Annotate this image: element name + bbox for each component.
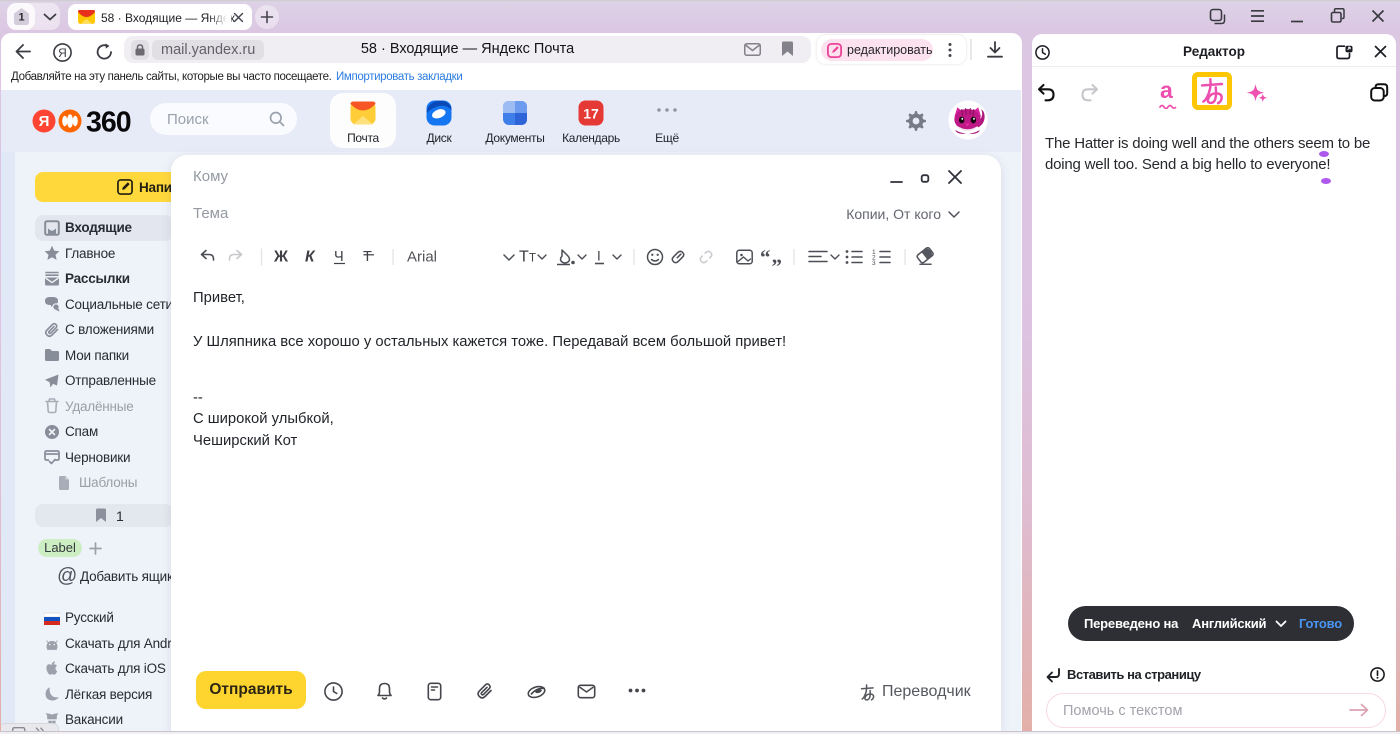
svg-text:3: 3 [872, 260, 876, 266]
svg-text:“: “ [772, 248, 783, 266]
svg-text:“: “ [760, 248, 771, 266]
svg-text:Arial: Arial [407, 249, 437, 266]
svg-text:Я: Я [39, 113, 50, 130]
svg-text:К: К [305, 249, 316, 266]
svg-text:Ч: Ч [334, 249, 344, 265]
svg-text:Ж: Ж [273, 249, 289, 266]
svg-text:Я: Я [58, 46, 67, 60]
svg-text:17: 17 [583, 106, 599, 122]
svg-text:I: I [597, 249, 601, 264]
svg-text:1: 1 [18, 12, 24, 24]
svg-text:Т: Т [363, 249, 372, 265]
svg-text:T: T [529, 253, 536, 265]
svg-text:360: 360 [86, 107, 131, 137]
svg-text:T: T [519, 249, 529, 266]
